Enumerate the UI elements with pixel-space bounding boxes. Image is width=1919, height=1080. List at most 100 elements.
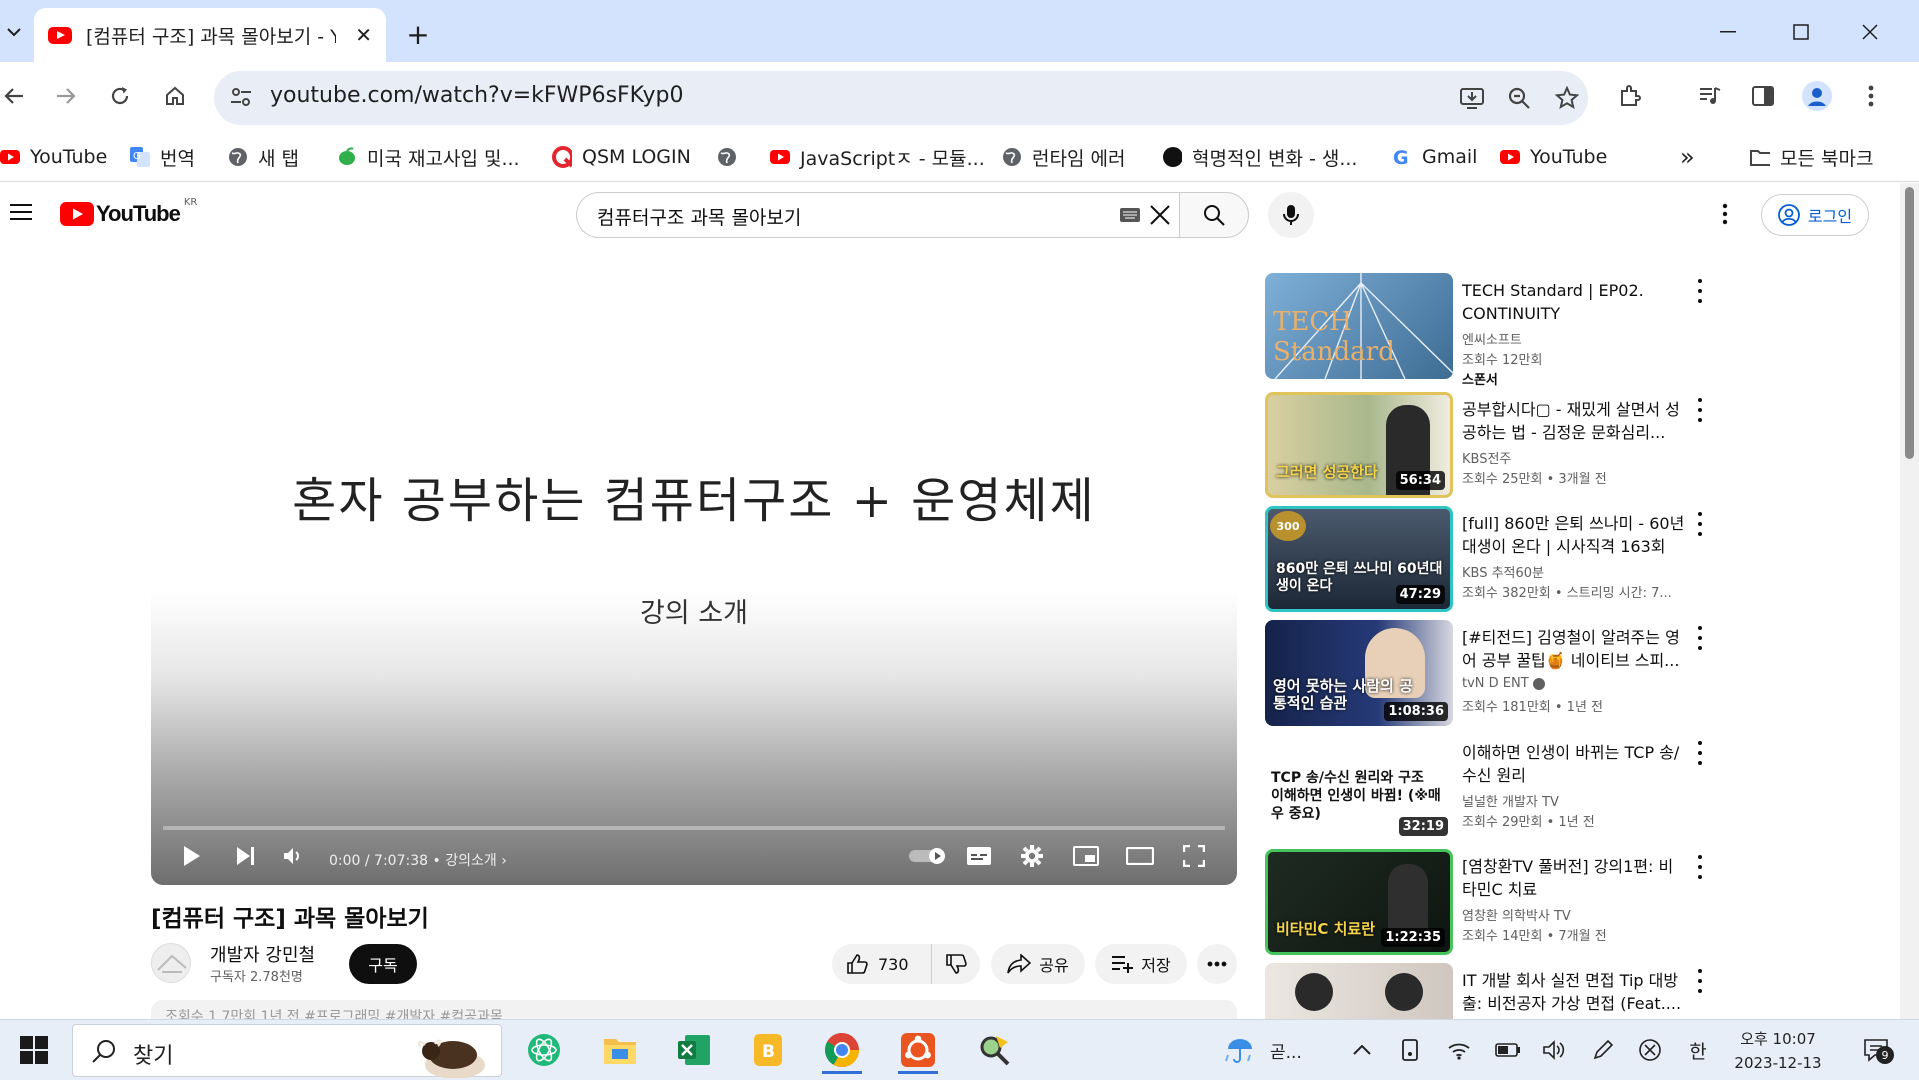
bookmark-item[interactable] bbox=[717, 140, 747, 174]
volume-button[interactable] bbox=[279, 841, 309, 871]
profile-avatar-icon[interactable] bbox=[1797, 76, 1837, 116]
recommendation-item[interactable]: TECH Standard TECH Standard | EP02. CONT… bbox=[1265, 273, 1705, 388]
close-window-button[interactable] bbox=[1840, 12, 1900, 52]
more-vertical-icon[interactable] bbox=[1695, 969, 1705, 993]
video-thumbnail[interactable]: 그러면 성공한다 56:34 bbox=[1265, 392, 1453, 498]
windows-start-icon[interactable] bbox=[20, 1036, 48, 1064]
taskbar-app-ubuntu[interactable] bbox=[892, 1026, 944, 1074]
bookmark-item[interactable]: YouTube bbox=[0, 140, 107, 174]
dislike-button[interactable] bbox=[932, 944, 980, 984]
more-vertical-icon[interactable] bbox=[1695, 398, 1705, 422]
bookmark-item[interactable]: 새 탭 bbox=[228, 140, 299, 174]
video-thumbnail[interactable] bbox=[1265, 963, 1453, 1019]
bookmark-item[interactable]: QSM LOGIN bbox=[552, 140, 691, 174]
recommendation-item[interactable]: TCP 송/수신 원리와 구조 이해하면 인생이 바뀜! (※매우 중요) 32… bbox=[1265, 735, 1705, 843]
taskbar-app-file-explorer[interactable] bbox=[594, 1026, 646, 1074]
more-actions-button[interactable] bbox=[1197, 944, 1237, 984]
extensions-icon[interactable] bbox=[1610, 76, 1650, 116]
bookmark-item[interactable]: JavaScriptㅈ - 모듈... bbox=[770, 140, 985, 174]
ime-indicator[interactable]: 한 bbox=[1684, 1036, 1712, 1064]
bookmark-item[interactable]: YouTube bbox=[1500, 140, 1607, 174]
recommendation-channel[interactable]: tvN D ENT bbox=[1462, 676, 1545, 691]
subtitles-button[interactable] bbox=[964, 841, 994, 871]
subscribe-button[interactable]: 구독 bbox=[349, 944, 417, 984]
taskbar-app-notes[interactable]: B bbox=[742, 1026, 794, 1074]
device-icon[interactable] bbox=[1398, 1036, 1422, 1064]
recommendation-channel[interactable]: 염창환 의학박사 TV bbox=[1462, 905, 1571, 924]
search-query-text[interactable]: 컴퓨터구조 과목 몰아보기 bbox=[597, 203, 801, 230]
bookmark-star-icon[interactable] bbox=[1553, 84, 1581, 112]
browser-tab-active[interactable]: [컴퓨터 구조] 과목 몰아보기 - YouTube ✕ bbox=[34, 8, 386, 62]
fullscreen-button[interactable] bbox=[1179, 841, 1209, 871]
taskbar-app-chrome[interactable] bbox=[816, 1026, 868, 1074]
video-thumbnail[interactable]: 300 860만 은퇴 쓰나미 60년대생이 온다 47:29 bbox=[1265, 506, 1453, 612]
save-button[interactable]: 저장 bbox=[1095, 944, 1187, 984]
progress-bar[interactable] bbox=[163, 826, 1225, 830]
recommendation-title[interactable]: 공부합시다▢ - 재밌게 살면서 성공하는 법 - 김정운 문화심리... bbox=[1462, 398, 1687, 444]
tray-overflow-chevron-icon[interactable] bbox=[1350, 1036, 1374, 1064]
recommendation-item[interactable]: IT 개발 회사 실전 면접 Tip 대방출: 비전공자 가상 면접 (Feat… bbox=[1265, 963, 1705, 1019]
taskbar-app-tool[interactable] bbox=[968, 1026, 1020, 1074]
pen-icon[interactable] bbox=[1591, 1036, 1615, 1064]
video-thumbnail[interactable]: 비타민C 치료란 1:22:35 bbox=[1265, 849, 1453, 955]
channel-name[interactable]: 개발자 강민철 bbox=[210, 941, 315, 967]
recommendation-channel[interactable]: 널널한 개발자 TV bbox=[1462, 791, 1559, 810]
media-controls-icon[interactable] bbox=[1690, 76, 1730, 116]
recommendation-item[interactable]: 영어 못하는 사람의 공통적인 습관 1:08:36 [#티전드] 김영철이 알… bbox=[1265, 620, 1705, 728]
recommendation-item[interactable]: 비타민C 치료란 1:22:35 [염창환TV 풀버전] 강의1편: 비타민C … bbox=[1265, 849, 1705, 957]
back-arrow-icon[interactable] bbox=[0, 76, 34, 116]
reload-icon[interactable] bbox=[100, 76, 140, 116]
autoplay-toggle[interactable] bbox=[908, 841, 948, 871]
side-panel-icon[interactable] bbox=[1743, 76, 1783, 116]
recommendation-title[interactable]: TECH Standard | EP02. CONTINUITY bbox=[1462, 279, 1687, 325]
bookmark-item[interactable]: G Gmail bbox=[1392, 140, 1477, 174]
theater-mode-button[interactable] bbox=[1125, 841, 1155, 871]
video-player[interactable]: 혼자 공부하는 컴퓨터구조 + 운영체제 강의 소개 0:00 / 7:07:3… bbox=[151, 273, 1237, 885]
video-thumbnail[interactable]: TECH Standard bbox=[1265, 273, 1453, 379]
search-button[interactable] bbox=[1179, 192, 1249, 238]
voice-search-button[interactable] bbox=[1268, 192, 1314, 238]
settings-button[interactable] bbox=[1017, 841, 1047, 871]
taskbar-app-excel[interactable] bbox=[668, 1026, 720, 1074]
tab-search-chevron-icon[interactable] bbox=[0, 12, 28, 52]
bookmark-item[interactable]: 혁명적인 변화 - 생... bbox=[1162, 140, 1357, 174]
more-vertical-icon[interactable] bbox=[1695, 855, 1705, 879]
bookmark-item[interactable]: G 번역 bbox=[130, 140, 195, 174]
search-input[interactable]: 컴퓨터구조 과목 몰아보기 bbox=[576, 192, 1180, 238]
more-vertical-icon[interactable] bbox=[1695, 512, 1705, 536]
taskbar-search-box[interactable]: 찾기 bbox=[72, 1024, 502, 1078]
more-vertical-icon[interactable] bbox=[1695, 741, 1705, 765]
all-bookmarks-button[interactable]: 모든 북마크 bbox=[1750, 140, 1873, 174]
more-vertical-icon[interactable] bbox=[1695, 279, 1705, 303]
chapter-title[interactable]: 강의소개 bbox=[445, 853, 497, 869]
tab-close-icon[interactable]: ✕ bbox=[355, 23, 372, 47]
recommendation-item[interactable]: 그러면 성공한다 56:34 공부합시다▢ - 재밌게 살면서 성공하는 법 -… bbox=[1265, 392, 1705, 500]
recommendation-title[interactable]: [#티전드] 김영철이 알려주는 영어 공부 꿀팁🍯 네이티브 스피... bbox=[1462, 626, 1687, 672]
weather-widget[interactable]: 곧... bbox=[1222, 1036, 1302, 1064]
blocked-icon[interactable] bbox=[1638, 1036, 1662, 1064]
recommendation-title[interactable]: [full] 860만 은퇴 쓰나미 - 60년대생이 온다 | 시사직격 16… bbox=[1462, 512, 1687, 558]
settings-more-icon[interactable] bbox=[1722, 203, 1728, 225]
share-button[interactable]: 공유 bbox=[991, 944, 1085, 984]
battery-icon[interactable] bbox=[1495, 1036, 1521, 1064]
browser-menu-icon[interactable] bbox=[1851, 76, 1891, 116]
keyboard-icon[interactable] bbox=[1120, 208, 1140, 222]
recommendation-channel[interactable]: KBS전주 bbox=[1462, 448, 1511, 467]
minimize-window-button[interactable] bbox=[1698, 12, 1758, 52]
forward-arrow-icon[interactable] bbox=[46, 76, 86, 116]
like-button[interactable]: 730 bbox=[832, 944, 932, 984]
page-scrollbar[interactable] bbox=[1900, 183, 1919, 1019]
youtube-logo[interactable]: YouTube KR bbox=[60, 197, 197, 227]
next-video-button[interactable] bbox=[231, 841, 261, 871]
sign-in-button[interactable]: 로그인 bbox=[1761, 194, 1869, 236]
notification-center-icon[interactable]: 9 bbox=[1858, 1036, 1894, 1064]
install-app-icon[interactable] bbox=[1458, 84, 1486, 112]
taskbar-app-atom[interactable] bbox=[518, 1026, 570, 1074]
recommendation-item[interactable]: 300 860만 은퇴 쓰나미 60년대생이 온다 47:29 [full] 8… bbox=[1265, 506, 1705, 614]
bookmarks-overflow-button[interactable]: » bbox=[1680, 140, 1695, 174]
wifi-icon[interactable] bbox=[1447, 1036, 1471, 1064]
channel-avatar[interactable] bbox=[151, 943, 191, 983]
chapter-chevron-icon[interactable]: › bbox=[501, 853, 507, 869]
url-text[interactable]: youtube.com/watch?v=kFWP6sFKyp0 bbox=[270, 83, 684, 108]
new-tab-button[interactable]: + bbox=[398, 14, 438, 54]
